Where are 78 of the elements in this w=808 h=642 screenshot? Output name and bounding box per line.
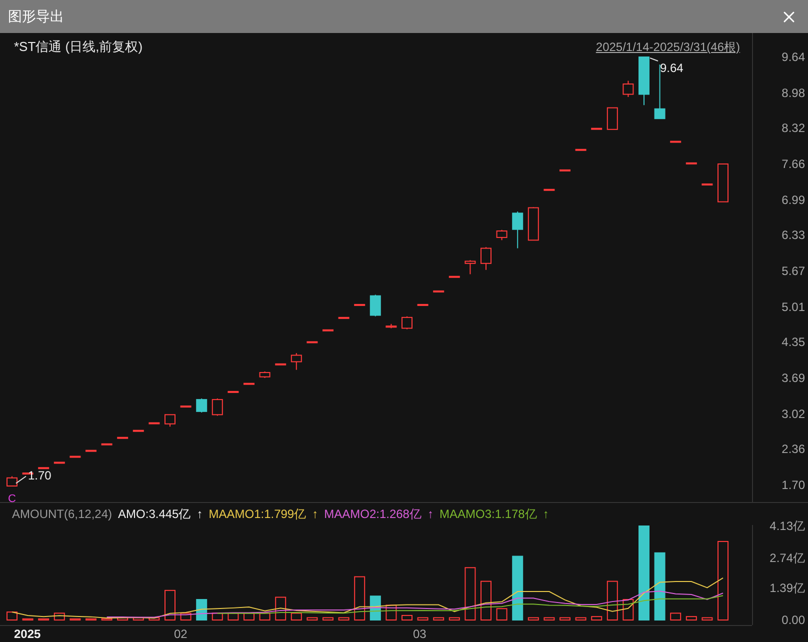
legend-label: MAAMO1:1.799亿 xyxy=(208,506,306,523)
volume-axis-label: 4.13亿 xyxy=(770,518,805,534)
candle xyxy=(101,442,112,445)
candle xyxy=(6,475,18,486)
candle xyxy=(417,303,428,306)
candle xyxy=(702,182,713,185)
chart-title: *ST信通 (日线,前复权) xyxy=(14,38,143,56)
date-axis-label: 2025 xyxy=(14,626,42,642)
candle xyxy=(512,210,524,248)
candle xyxy=(180,405,192,408)
legend-label: AMOUNT(6,12,24) xyxy=(12,506,112,523)
candle xyxy=(86,449,96,452)
candle xyxy=(402,315,412,330)
legend-label: MAAMO2:1.268亿 xyxy=(324,506,422,523)
candle xyxy=(433,290,444,292)
candle xyxy=(560,168,570,171)
price-axis-label: 1.70 xyxy=(782,476,805,493)
price-axis-label: 8.98 xyxy=(782,84,805,101)
trend-arrow: ↑ xyxy=(196,506,203,523)
volume-axis-label: 2.74亿 xyxy=(770,550,805,566)
price-axis-label: 7.66 xyxy=(782,156,805,172)
high-annotation: 9.64 xyxy=(650,57,684,74)
candle xyxy=(322,328,334,331)
volume-axis-label: 1.39亿 xyxy=(770,580,805,596)
price-axis-label: 8.32 xyxy=(782,120,805,136)
candle xyxy=(70,455,81,458)
candle xyxy=(496,228,508,240)
trend-arrow: ↑ xyxy=(312,506,318,523)
candle xyxy=(275,362,286,365)
candle xyxy=(38,466,50,469)
candle xyxy=(164,414,176,427)
window-title: 图形导出 xyxy=(8,7,64,26)
candle xyxy=(370,294,381,316)
candle xyxy=(622,80,634,97)
candle xyxy=(670,140,682,142)
candle xyxy=(354,303,366,306)
candle xyxy=(686,162,697,164)
volume-axis-label: 0.00 xyxy=(782,612,805,628)
candle xyxy=(448,275,460,278)
candle xyxy=(718,162,728,202)
candle xyxy=(259,370,270,378)
candle xyxy=(117,436,128,438)
candle xyxy=(148,422,160,424)
trend-arrow: ↑ xyxy=(427,506,434,523)
candle xyxy=(244,382,254,384)
low-annotation: 1.70 xyxy=(16,468,52,484)
price-axis-label: 3.02 xyxy=(782,406,805,422)
candle xyxy=(228,390,239,392)
price-axis-label: 2.36 xyxy=(782,441,805,458)
candle xyxy=(638,56,650,106)
candle xyxy=(132,429,144,432)
price-axis-label: 6.33 xyxy=(782,227,805,244)
candle xyxy=(591,127,602,130)
price-axis-label: 3.69 xyxy=(782,370,805,386)
candle xyxy=(54,461,65,464)
date-range-link[interactable]: 2025/1/14-2025/3/31(46根) xyxy=(596,38,740,56)
candle xyxy=(528,206,539,240)
legend-label: MAAMO3:1.178亿 xyxy=(439,506,537,523)
candle xyxy=(196,397,208,413)
legend-label: AMO:3.445亿 xyxy=(118,506,191,523)
trend-arrow: ↑ xyxy=(542,506,549,523)
candle xyxy=(575,148,586,150)
candle xyxy=(290,352,302,370)
price-axis-label: 6.99 xyxy=(782,192,805,208)
candle xyxy=(544,188,555,190)
price-axis-label: 4.35 xyxy=(782,334,805,350)
date-axis-label: 02 xyxy=(174,626,188,642)
candle xyxy=(464,259,476,274)
candle xyxy=(480,246,492,270)
price-axis-label: 9.64 xyxy=(782,49,805,65)
candle xyxy=(212,397,223,416)
candle xyxy=(306,340,318,343)
price-axis-label: 5.67 xyxy=(782,262,805,279)
price-axis-label: 5.01 xyxy=(782,298,805,315)
date-axis-label: 03 xyxy=(413,626,428,642)
signal-marker: C xyxy=(8,492,16,504)
candle xyxy=(606,106,618,130)
candle xyxy=(338,316,350,318)
